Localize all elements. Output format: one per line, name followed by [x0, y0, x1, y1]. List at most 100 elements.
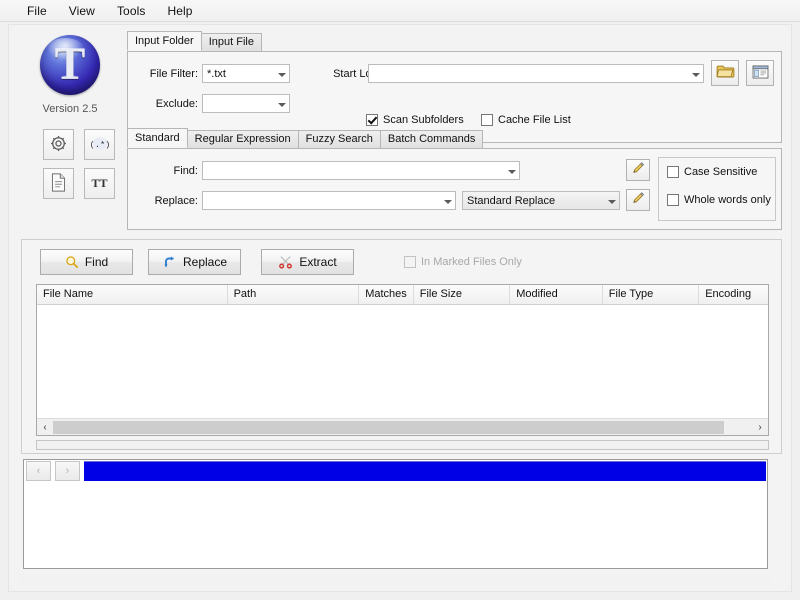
preview-panel[interactable]: ‹ › — [23, 459, 768, 569]
replace-input[interactable] — [202, 191, 456, 210]
version-label: Version 2.5 — [42, 103, 98, 115]
app-logo: T — [40, 35, 100, 95]
checkbox-box — [481, 114, 493, 126]
preview-next-button[interactable]: › — [55, 461, 80, 481]
scan-subfolders-label: Scan Subfolders — [383, 114, 464, 126]
find-input[interactable] — [202, 161, 520, 180]
tab-fuzzy-search[interactable]: Fuzzy Search — [297, 130, 381, 148]
tab-regular-expression[interactable]: Regular Expression — [186, 130, 299, 148]
replace-button-label: Replace — [182, 255, 228, 269]
column-file-type[interactable]: File Type — [603, 285, 700, 304]
pencil-icon — [631, 191, 646, 209]
case-sensitive-checkbox[interactable]: Case Sensitive — [667, 166, 757, 178]
checkbox-box — [667, 166, 679, 178]
file-filter-value: *.txt — [207, 68, 226, 80]
column-file-name[interactable]: File Name — [37, 285, 228, 304]
gear-icon — [49, 134, 68, 156]
regex-icon: (.*) — [89, 134, 111, 156]
replace-mode-select[interactable]: Standard Replace — [462, 191, 620, 210]
panel-layout-icon — [752, 64, 769, 82]
svg-text:(.*): (.*) — [89, 140, 110, 150]
sidebar-icon-buttons: (.*) TT — [43, 129, 123, 207]
column-encoding[interactable]: Encoding — [699, 285, 768, 304]
results-header-row: File Name Path Matches File Size Modifie… — [37, 285, 768, 305]
replace-button[interactable]: Replace — [148, 249, 241, 275]
tab-input-file[interactable]: Input File — [200, 33, 262, 51]
scroll-left-arrow-icon[interactable]: ‹ — [37, 420, 53, 435]
checkbox-box — [366, 114, 378, 126]
scissors-icon — [278, 255, 293, 269]
replace-mode-value: Standard Replace — [467, 195, 556, 207]
search-options-group: Case Sensitive Whole words only — [658, 157, 776, 221]
chevron-down-icon — [608, 199, 616, 204]
browse-folder-button[interactable] — [711, 60, 739, 86]
menu-tools[interactable]: Tools — [106, 1, 157, 21]
checkbox-box — [404, 256, 416, 268]
find-button-label: Find — [84, 255, 109, 269]
cache-file-list-checkbox[interactable]: Cache File List — [481, 114, 571, 126]
menu-file[interactable]: File — [16, 1, 58, 21]
preview-prev-button[interactable]: ‹ — [26, 461, 51, 481]
results-horizontal-scrollbar[interactable]: ‹ › — [37, 418, 768, 435]
chevron-down-icon — [278, 102, 286, 107]
document-button[interactable] — [43, 168, 74, 199]
extract-button[interactable]: Extract — [261, 249, 354, 275]
case-sensitive-label: Case Sensitive — [684, 166, 758, 178]
find-button[interactable]: Find — [40, 249, 133, 275]
chevron-down-icon — [444, 199, 452, 204]
font-button[interactable]: TT — [84, 168, 116, 199]
file-filter-input[interactable]: *.txt — [202, 64, 290, 83]
chevron-down-icon — [278, 72, 286, 77]
folder-icon — [716, 64, 735, 82]
search-panel: Find: Replace: Standard Replace Case Sen… — [127, 148, 782, 230]
column-matches[interactable]: Matches — [359, 285, 414, 304]
checkbox-box — [667, 194, 679, 206]
find-editor-button[interactable] — [626, 159, 650, 181]
tab-standard[interactable]: Standard — [127, 128, 188, 148]
chevron-down-icon — [508, 169, 516, 174]
whole-words-checkbox[interactable]: Whole words only — [667, 194, 771, 206]
marked-files-only-label: In Marked Files Only — [421, 256, 522, 268]
scan-subfolders-checkbox[interactable]: Scan Subfolders — [366, 114, 464, 126]
find-label: Find: — [173, 165, 198, 177]
tab-batch-commands[interactable]: Batch Commands — [379, 130, 484, 148]
replace-label: Replace: — [154, 195, 198, 207]
tt-icon: TT — [91, 176, 108, 190]
regex-button[interactable]: (.*) — [84, 129, 116, 160]
menu-help[interactable]: Help — [156, 1, 203, 21]
status-strip — [19, 573, 772, 585]
settings-gear-button[interactable] — [43, 129, 74, 160]
branding-column: T Version 2.5 (.*) TT — [21, 29, 119, 241]
application-window: File View Tools Help T Version 2.5 (.*) … — [0, 0, 800, 600]
exclude-label: Exclude: — [155, 98, 198, 110]
magnifier-icon — [65, 255, 79, 269]
column-path[interactable]: Path — [228, 285, 360, 304]
file-filter-label: File Filter: — [149, 68, 198, 80]
preview-toolbar: ‹ › — [24, 460, 767, 482]
scrollbar-track[interactable] — [53, 419, 752, 435]
replace-editor-button[interactable] — [626, 189, 650, 211]
results-list[interactable]: File Name Path Matches File Size Modifie… — [36, 284, 769, 436]
replace-arrow-icon — [162, 255, 177, 269]
progress-bar — [36, 440, 769, 450]
scrollbar-thumb[interactable] — [53, 420, 725, 434]
chevron-down-icon — [692, 72, 700, 77]
logo-letter: T — [54, 37, 86, 89]
extract-button-label: Extract — [299, 255, 337, 269]
results-area: Find Replace Extract In Marked Files Onl… — [21, 239, 782, 454]
preview-selection-bar[interactable] — [84, 461, 766, 481]
menu-bar: File View Tools Help — [0, 0, 800, 22]
main-frame: T Version 2.5 (.*) TT Input Folder Input… — [8, 24, 792, 592]
menu-view[interactable]: View — [58, 1, 106, 21]
column-file-size[interactable]: File Size — [414, 285, 511, 304]
tab-input-folder[interactable]: Input Folder — [127, 31, 202, 51]
whole-words-label: Whole words only — [684, 194, 771, 206]
column-modified[interactable]: Modified — [510, 285, 603, 304]
folder-view-button[interactable] — [746, 60, 774, 86]
scroll-right-arrow-icon[interactable]: › — [752, 420, 768, 435]
exclude-input[interactable] — [202, 94, 290, 113]
start-location-input[interactable] — [368, 64, 704, 83]
input-tabs: Input Folder Input File — [127, 31, 262, 51]
pencil-icon — [631, 161, 646, 179]
marked-files-only-checkbox[interactable]: In Marked Files Only — [404, 256, 522, 268]
